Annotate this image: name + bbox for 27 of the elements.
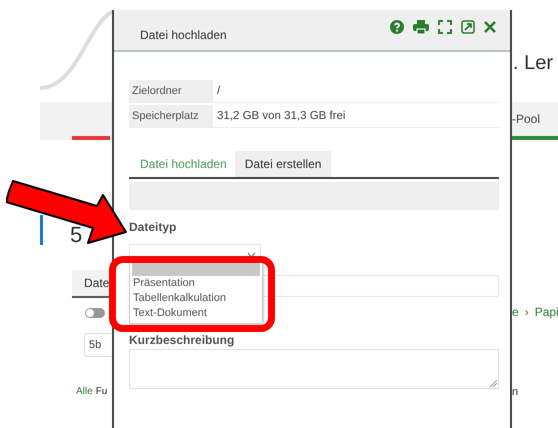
toggle-switch[interactable] bbox=[85, 308, 105, 318]
info-value: / bbox=[216, 84, 222, 99]
resize-handle-icon[interactable] bbox=[490, 380, 497, 387]
dialog-tab[interactable]: Datei erstellen bbox=[234, 151, 332, 177]
breadcrumb-link[interactable]: Papi bbox=[534, 305, 558, 319]
filter-link[interactable]: Fu bbox=[96, 386, 108, 397]
print-icon[interactable] bbox=[413, 20, 429, 34]
dropdown-option[interactable]: Text-Dokument bbox=[130, 306, 262, 321]
dialog-title: Datei hochladen bbox=[140, 28, 227, 42]
chevron-down-icon bbox=[247, 252, 256, 258]
column-header: n bbox=[512, 386, 518, 398]
description-field[interactable] bbox=[129, 349, 499, 389]
page-heading: . Ler bbox=[513, 52, 554, 75]
help-icon[interactable] bbox=[390, 20, 404, 34]
info-label: Speicherplatz bbox=[129, 105, 213, 127]
field-label: Kurzbeschreibung bbox=[129, 333, 234, 347]
filter-link[interactable]: Alle bbox=[76, 386, 93, 397]
info-value: 31,2 GB von 31,3 GB frei bbox=[216, 109, 346, 124]
info-label: Zielordner bbox=[129, 80, 213, 102]
fullscreen-icon[interactable] bbox=[438, 20, 452, 34]
course-title: 5 bbox=[70, 222, 82, 248]
breadcrumb-separator: › bbox=[524, 305, 529, 319]
close-icon[interactable] bbox=[484, 21, 496, 33]
field-label: Dateityp bbox=[129, 220, 178, 234]
accent-bar bbox=[40, 215, 43, 245]
breadcrumb-link[interactable]: e bbox=[512, 305, 519, 319]
external-link-icon[interactable] bbox=[461, 20, 475, 34]
